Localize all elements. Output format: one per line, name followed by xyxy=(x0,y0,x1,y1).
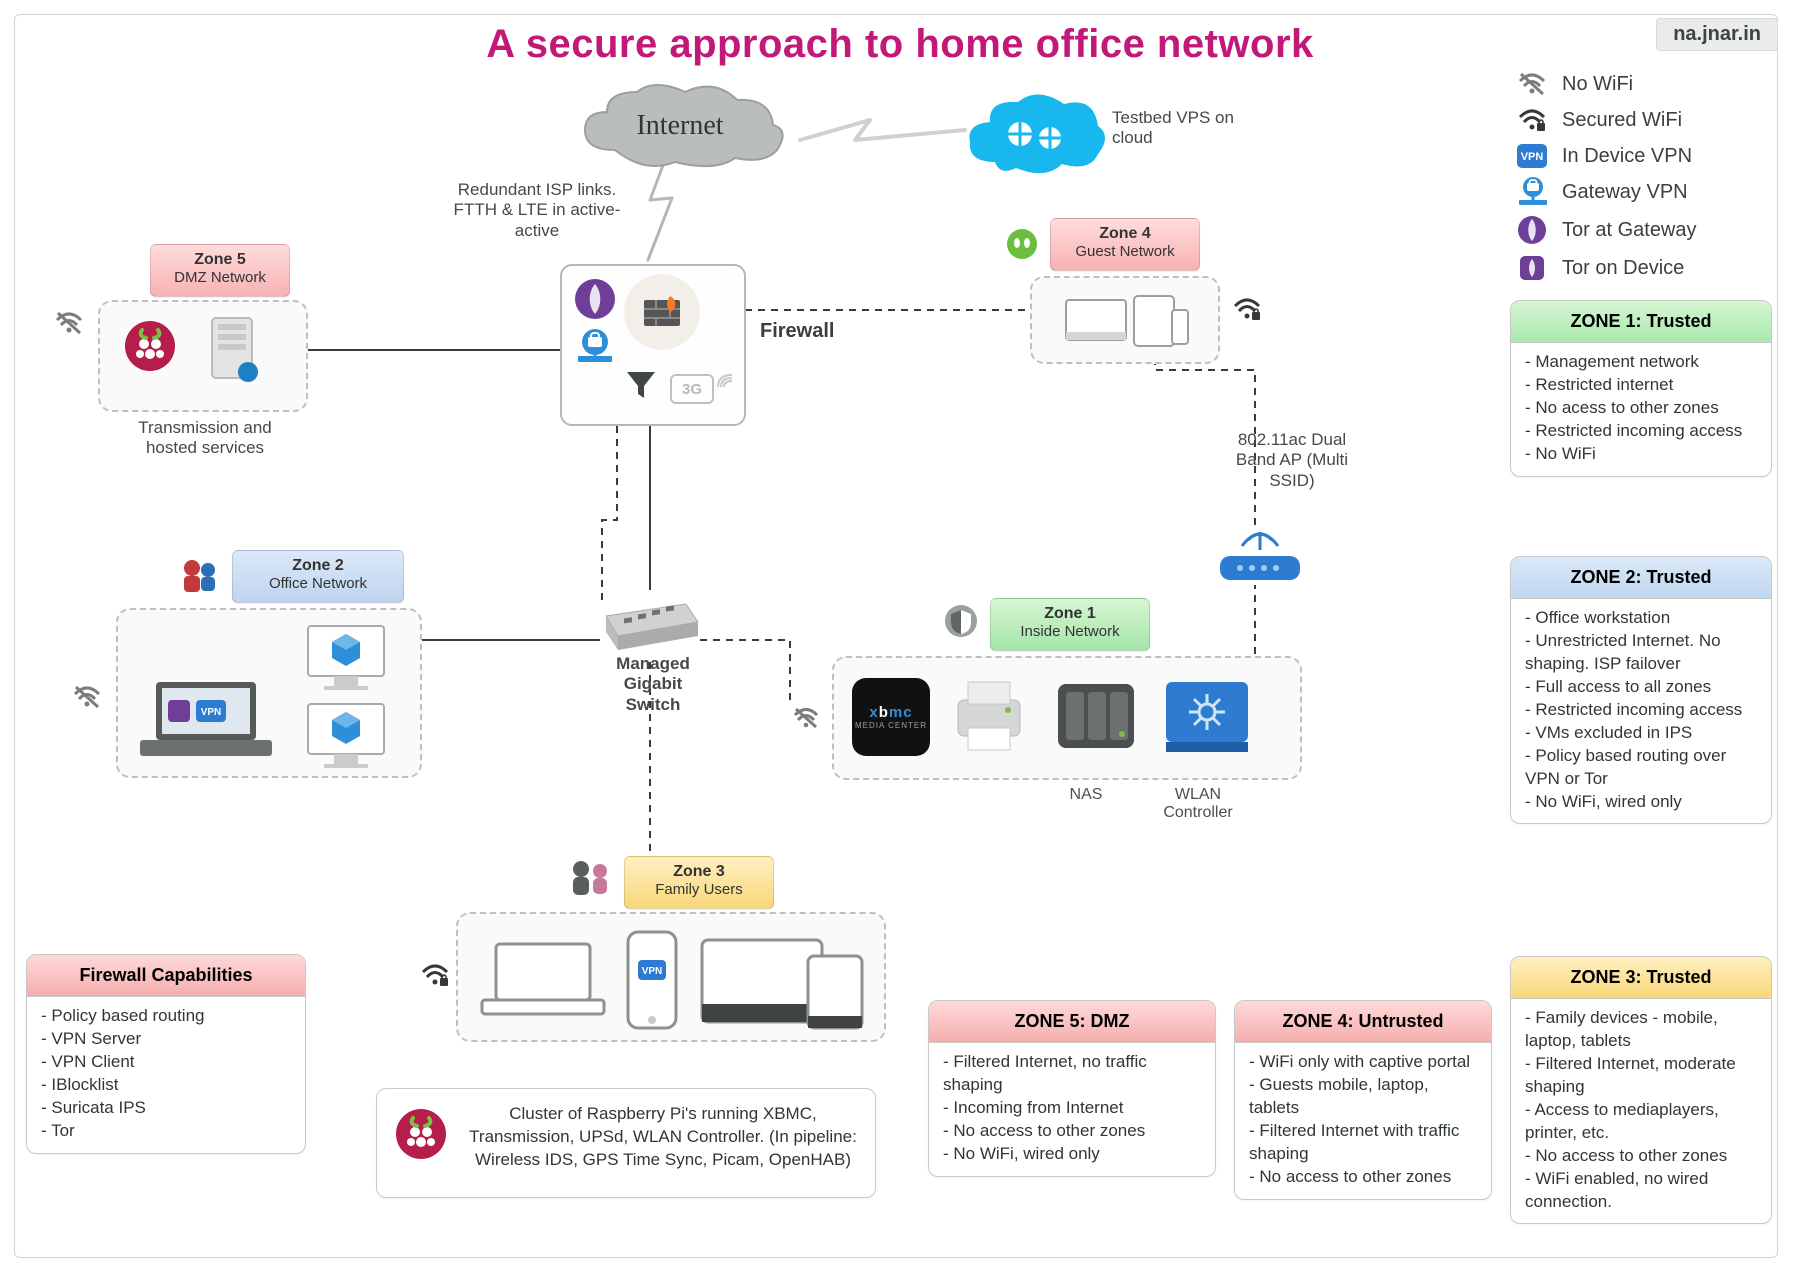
firewall-main-icon xyxy=(624,274,700,350)
tor-gateway-icon xyxy=(574,278,616,325)
internet-label: Internet xyxy=(565,110,795,142)
raspberry-pi-icon-2 xyxy=(395,1108,447,1167)
laptop-icon: VPN xyxy=(136,676,276,771)
guest-wifi-lock-icon xyxy=(1232,296,1262,327)
card-header: ZONE 1: Trusted xyxy=(1511,301,1771,343)
family-tablets-icon xyxy=(698,932,868,1037)
server-icon xyxy=(196,312,268,395)
vm-icon-1 xyxy=(298,622,394,699)
office-wifi-off-icon xyxy=(72,684,102,715)
inside-node: xbmc MEDIA CENTER xyxy=(832,656,1302,780)
vps-label: Testbed VPS on cloud xyxy=(1112,108,1252,149)
firewall-capabilities-card: Firewall Capabilities Policy based routi… xyxy=(26,954,306,1154)
svg-text:VPN: VPN xyxy=(1521,151,1544,163)
shield-icon xyxy=(944,604,978,643)
tor-gateway-legend-icon xyxy=(1516,214,1548,246)
wifi-lock-icon xyxy=(1516,104,1548,136)
ap-label: 802.11ac Dual Band AP (Multi SSID) xyxy=(1222,430,1362,491)
card-body: Office workstation Unrestricted Internet… xyxy=(1511,599,1771,823)
pi-cluster-card: Cluster of Raspberry Pi's running XBMC, … xyxy=(376,1088,876,1198)
nas-label: NAS xyxy=(1046,786,1126,804)
filter-funnel-icon xyxy=(624,368,658,407)
zone2-label: Zone 2Office Network xyxy=(232,550,404,603)
attribution-badge: na.jnar.in xyxy=(1656,18,1778,51)
family-wifi-lock-icon xyxy=(420,962,450,993)
card-header: Firewall Capabilities xyxy=(27,955,305,997)
card-header: ZONE 5: DMZ xyxy=(929,1001,1215,1043)
card-body: WiFi only with captive portal Guests mob… xyxy=(1235,1043,1491,1199)
family-users-icon xyxy=(566,858,614,905)
wlan-controller-icon xyxy=(1160,676,1254,761)
zone4-untrusted-card: ZONE 4: Untrusted WiFi only with captive… xyxy=(1234,1000,1492,1200)
vm-icon-2 xyxy=(298,700,394,777)
zone3-trusted-card: ZONE 3: Trusted Family devices - mobile,… xyxy=(1510,956,1772,1224)
firewall-box: 3G xyxy=(560,264,746,426)
legend-tor-gateway: Tor at Gateway xyxy=(1516,214,1697,246)
office-node: VPN xyxy=(116,608,422,778)
card-body: Management network Restricted internet N… xyxy=(1511,343,1771,476)
wlanc-label: WLAN Controller xyxy=(1148,786,1248,822)
card-body: Family devices - mobile, laptop, tablets… xyxy=(1511,999,1771,1223)
signal-icon xyxy=(716,371,734,389)
dmz-sub: Transmission and hosted services xyxy=(120,418,290,459)
gateway-vpn-small-icon xyxy=(574,328,616,371)
guest-node xyxy=(1030,276,1220,364)
zone4-label: Zone 4Guest Network xyxy=(1050,218,1200,271)
legend-gateway-vpn: Gateway VPN xyxy=(1516,176,1688,208)
page-title: A secure approach to home office network xyxy=(0,22,1800,67)
dmz-node xyxy=(98,300,308,412)
card-body: Filtered Internet, no traffic shaping In… xyxy=(929,1043,1215,1176)
badge-3g: 3G xyxy=(670,374,734,404)
legend-secured-wifi: Secured WiFi xyxy=(1516,104,1682,136)
switch-label: Managed Gigabit Switch xyxy=(608,654,698,715)
card-body: Policy based routing VPN Server VPN Clie… xyxy=(27,997,305,1153)
vps-cloud xyxy=(960,90,1110,195)
legend-no-wifi: No WiFi xyxy=(1516,68,1633,100)
pi-cluster-text: Cluster of Raspberry Pi's running XBMC, … xyxy=(469,1103,857,1172)
nas-icon xyxy=(1050,676,1142,761)
alien-icon xyxy=(1006,228,1038,265)
legend-tor-device: Tor on Device xyxy=(1516,252,1684,284)
family-node: VPN xyxy=(456,912,886,1042)
zone1-trusted-card: ZONE 1: Trusted Management network Restr… xyxy=(1510,300,1772,477)
svg-text:VPN: VPN xyxy=(201,707,222,718)
gateway-vpn-icon xyxy=(1516,176,1548,208)
access-point-icon xyxy=(1212,528,1308,599)
dmz-wifi-off-icon xyxy=(54,310,84,341)
zone5-dmz-card: ZONE 5: DMZ Filtered Internet, no traffi… xyxy=(928,1000,1216,1177)
card-header: ZONE 2: Trusted xyxy=(1511,557,1771,599)
zone5-label: Zone 5DMZ Network xyxy=(150,244,290,297)
devices-icon xyxy=(1064,292,1190,355)
wifi-off-icon xyxy=(1516,68,1548,100)
zone3-label: Zone 3Family Users xyxy=(624,856,774,909)
printer-icon xyxy=(946,676,1032,761)
family-phone-icon: VPN xyxy=(622,928,682,1037)
firewall-label: Firewall xyxy=(760,320,834,343)
isp-annotation: Redundant ISP links. FTTH & LTE in activ… xyxy=(452,180,622,241)
family-laptop-icon xyxy=(478,938,608,1031)
svg-text:VPN: VPN xyxy=(642,966,663,977)
card-header: ZONE 4: Untrusted xyxy=(1235,1001,1491,1043)
users-icon xyxy=(178,556,222,601)
zone1-label: Zone 1Inside Network xyxy=(990,598,1150,651)
raspberry-pi-icon xyxy=(124,320,176,377)
tor-device-icon xyxy=(1516,252,1548,284)
legend-device-vpn: VPN In Device VPN xyxy=(1516,140,1692,172)
card-header: ZONE 3: Trusted xyxy=(1511,957,1771,999)
zone2-trusted-card: ZONE 2: Trusted Office workstation Unres… xyxy=(1510,556,1772,824)
internet-cloud: Internet xyxy=(565,80,795,185)
vpn-badge-icon: VPN xyxy=(1516,140,1548,172)
xbmc-icon: xbmc MEDIA CENTER xyxy=(852,678,930,756)
inside-wifi-off-icon xyxy=(792,706,820,735)
